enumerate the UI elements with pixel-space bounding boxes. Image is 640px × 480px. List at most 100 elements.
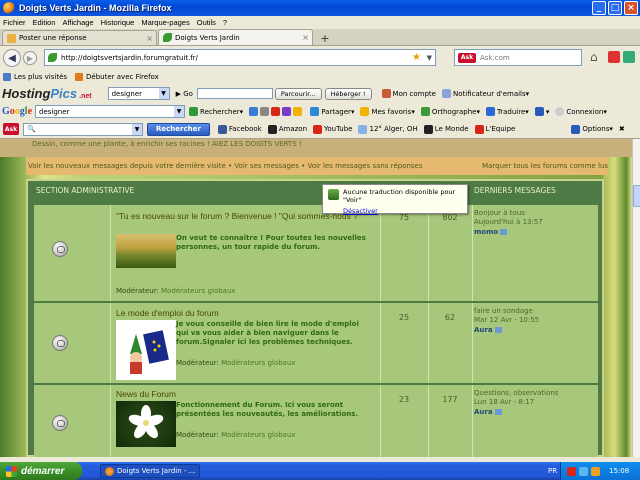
white-flower-illustration xyxy=(128,405,164,439)
link-label: Facebook xyxy=(228,125,262,133)
back-button[interactable]: ◀ xyxy=(3,49,21,67)
url-bar[interactable]: http://doigtsvertsjardin.forumgratuit.fr… xyxy=(44,49,436,66)
start-button[interactable]: démarrer xyxy=(0,462,82,480)
close-toolbar-icon[interactable]: ✖ xyxy=(619,125,625,133)
vertical-scrollbar[interactable] xyxy=(632,139,640,457)
go-to-post-icon[interactable] xyxy=(500,228,508,235)
globe-icon[interactable] xyxy=(249,107,259,116)
wrench-button[interactable]: ▾ xyxy=(534,107,549,116)
last-post-title[interactable]: faire un sondage xyxy=(474,307,539,316)
addon-icon[interactable] xyxy=(623,51,635,63)
forum-title-link[interactable]: Le mode d'emploi du forum xyxy=(116,308,376,318)
bookmark-star-icon[interactable]: ★ xyxy=(412,52,421,63)
last-post-author[interactable]: Aura xyxy=(474,408,493,416)
column-divider xyxy=(110,205,111,301)
new-tab-button[interactable]: + xyxy=(316,31,334,45)
volume-icon[interactable] xyxy=(591,466,600,476)
maximize-button[interactable]: □ xyxy=(608,1,622,15)
go-to-post-icon[interactable] xyxy=(494,408,502,415)
google-search-button[interactable]: Rechercher ▾ xyxy=(189,107,243,116)
google-search-input[interactable]: designer ▼ xyxy=(35,105,186,118)
forum-read-icon xyxy=(52,241,68,257)
last-post-author[interactable]: momo xyxy=(474,228,498,236)
ask-search-input[interactable]: 🔍 ▼ xyxy=(23,122,143,136)
options-button[interactable]: Options ▾ xyxy=(571,124,613,134)
account-button[interactable]: Mon compte xyxy=(381,89,436,98)
language-indicator[interactable]: PR xyxy=(548,467,557,475)
chevron-down-icon[interactable]: ▼ xyxy=(427,54,432,62)
moderator-link[interactable]: Modérateurs globaux xyxy=(161,287,235,295)
search-input[interactable]: Ask Ask.com xyxy=(454,49,582,66)
menu-marque-pages[interactable]: Marque-pages xyxy=(141,18,189,27)
antivirus-icon[interactable] xyxy=(567,466,576,476)
gmail-icon[interactable] xyxy=(271,107,281,116)
last-post-title[interactable]: Questions, observations xyxy=(474,389,558,398)
menu-affichage[interactable]: Affichage xyxy=(62,18,93,27)
column-divider xyxy=(380,303,381,383)
forum-moderator: Modérateur: Modérateurs globaux xyxy=(176,431,296,439)
share-button[interactable]: Partager ▾ xyxy=(310,107,354,116)
google-logo: Google xyxy=(2,106,33,117)
disable-link[interactable]: Désactiver xyxy=(343,207,463,215)
moderator-link[interactable]: Modérateurs globaux xyxy=(221,359,295,367)
lemonde-link[interactable]: Le Monde xyxy=(423,124,469,134)
yahoo-icon[interactable] xyxy=(282,107,292,116)
forum-title-link[interactable]: News du Forum xyxy=(116,389,376,399)
link-label: Le Monde xyxy=(434,125,469,133)
network-icon[interactable] xyxy=(579,466,588,476)
bookmark-most-visited[interactable]: Les plus visités xyxy=(3,73,67,81)
amazon-link[interactable]: Amazon xyxy=(267,124,307,134)
browse-button[interactable]: Parcourir... xyxy=(274,87,322,100)
youtube-link[interactable]: YouTube xyxy=(313,124,352,134)
lequipe-link[interactable]: L'Equipe xyxy=(474,124,515,134)
last-post-title[interactable]: Bonjour à tous xyxy=(474,209,543,218)
home-icon[interactable]: ⌂ xyxy=(590,50,598,64)
column-divider xyxy=(110,385,111,457)
ask-logo-icon: Ask xyxy=(3,123,19,135)
ask-search-icon[interactable]: Ask xyxy=(458,52,476,63)
menu-fichier[interactable]: Fichier xyxy=(3,18,26,27)
last-post-date: Aujourd'hui à 13:57 xyxy=(474,218,543,227)
menu-help[interactable]: ? xyxy=(223,18,227,27)
ask-search-button[interactable]: Rechercher xyxy=(147,122,210,136)
email-notifier-button[interactable]: Notificateur d'emails ▾ xyxy=(441,89,529,98)
minimize-button[interactable]: _ xyxy=(592,1,606,15)
category-header: SECTION ADMINISTRATIVE DERNIERS MESSAGES xyxy=(28,181,602,199)
favorites-button[interactable]: Mes favoris ▾ xyxy=(360,107,415,116)
forward-button[interactable]: ▶ xyxy=(23,51,37,65)
moderator-link[interactable]: Modérateurs globaux xyxy=(221,431,295,439)
host-button[interactable]: Héberger ! xyxy=(324,87,372,100)
go-button[interactable]: ▶ Go xyxy=(176,90,193,98)
menu-historique[interactable]: Historique xyxy=(101,18,135,27)
scrollbar-thumb[interactable] xyxy=(633,185,640,207)
close-button[interactable]: × xyxy=(624,1,638,15)
menu-outils[interactable]: Outils xyxy=(197,18,216,27)
tab-doigts-verts[interactable]: Doigts Verts Jardin × xyxy=(158,29,313,45)
firefox-icon xyxy=(105,466,114,476)
taskbar-firefox-item[interactable]: Doigts Verts Jardin - ... xyxy=(100,464,200,478)
new-posts-links[interactable]: Voir les nouveaux messages depuis votre … xyxy=(28,162,423,170)
category-select[interactable]: designer ▼ xyxy=(107,87,170,100)
connect-button[interactable]: Connexion ▾ xyxy=(555,107,607,116)
bookmark-getting-started[interactable]: Débuter avec Firefox xyxy=(75,73,159,81)
addon-icon[interactable] xyxy=(608,51,620,63)
mark-all-read-link[interactable]: Marquer tous les forums comme lus xyxy=(482,162,608,170)
star-icon[interactable] xyxy=(293,107,303,116)
file-path-input[interactable] xyxy=(196,88,273,99)
window-title-bar: Doigts Verts Jardin - Mozilla Firefox _ … xyxy=(0,0,640,16)
facebook-link[interactable]: Facebook xyxy=(217,124,262,134)
page-icon[interactable] xyxy=(260,107,270,116)
share-label: Partager xyxy=(321,107,351,116)
window-controls: _ □ × xyxy=(592,1,638,15)
tab-close-icon[interactable]: × xyxy=(146,34,153,43)
spelling-button[interactable]: Orthographe ▾ xyxy=(420,107,480,116)
tab-poster-reponse[interactable]: Poster une réponse × xyxy=(2,30,157,45)
firefox-icon xyxy=(3,2,15,14)
translate-button[interactable]: Traduire ▾ xyxy=(486,107,529,116)
wrench-icon xyxy=(571,124,581,134)
menu-edition[interactable]: Edition xyxy=(33,18,56,27)
weather-link[interactable]: 12° Alger, OH xyxy=(358,124,418,134)
last-post-author[interactable]: Aura xyxy=(474,326,493,334)
tab-close-icon[interactable]: × xyxy=(302,33,309,42)
go-to-post-icon[interactable] xyxy=(494,326,502,333)
